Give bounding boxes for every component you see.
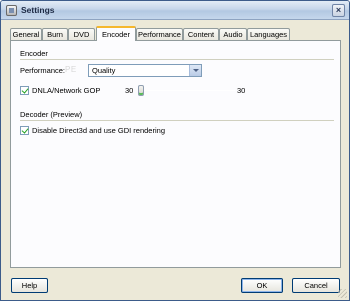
encoder-group-label: Encoder — [20, 49, 48, 58]
dnla-gop-label: DNLA/Network GOP — [32, 86, 101, 95]
resize-grip-icon[interactable] — [338, 289, 347, 298]
performance-label: Performance: — [20, 66, 66, 75]
tab-general[interactable]: General — [10, 28, 42, 40]
settings-window: Settings × General Burn DVD Encoder Perf… — [0, 0, 350, 301]
encoder-group-divider — [20, 59, 334, 60]
tab-encoder[interactable]: Encoder — [96, 26, 136, 41]
decoder-group-label: Decoder (Preview) — [20, 110, 83, 119]
tab-burn[interactable]: Burn — [42, 28, 68, 40]
ok-button[interactable]: OK — [241, 278, 283, 293]
performance-select-value: Quality — [92, 66, 116, 75]
window-title: Settings — [21, 5, 55, 15]
close-button[interactable]: × — [332, 4, 345, 17]
watermark-text: PE — [65, 65, 77, 74]
tab-audio[interactable]: Audio — [219, 28, 247, 40]
tab-performance[interactable]: Performance — [136, 28, 183, 40]
gop-max-value: 30 — [237, 86, 246, 95]
gop-slider-track[interactable] — [141, 90, 235, 91]
tab-languages[interactable]: Languages — [247, 28, 290, 40]
cancel-button[interactable]: Cancel — [292, 278, 340, 293]
gop-slider-thumb[interactable] — [138, 85, 144, 96]
performance-select[interactable]: Quality — [88, 64, 202, 77]
chevron-down-icon[interactable] — [189, 65, 201, 76]
app-icon — [6, 5, 17, 16]
decoder-group-divider — [20, 120, 334, 121]
title-bar[interactable]: Settings × — [1, 1, 349, 20]
tab-dvd[interactable]: DVD — [68, 28, 95, 40]
tab-content[interactable]: Content — [183, 28, 219, 40]
gdi-render-checkbox[interactable] — [20, 126, 29, 135]
dnla-gop-checkbox[interactable] — [20, 86, 29, 95]
gdi-render-label: Disable Direct3d and use GDI rendering — [32, 126, 165, 135]
gop-min-value: 30 — [125, 86, 134, 95]
help-button[interactable]: Help — [11, 278, 48, 293]
